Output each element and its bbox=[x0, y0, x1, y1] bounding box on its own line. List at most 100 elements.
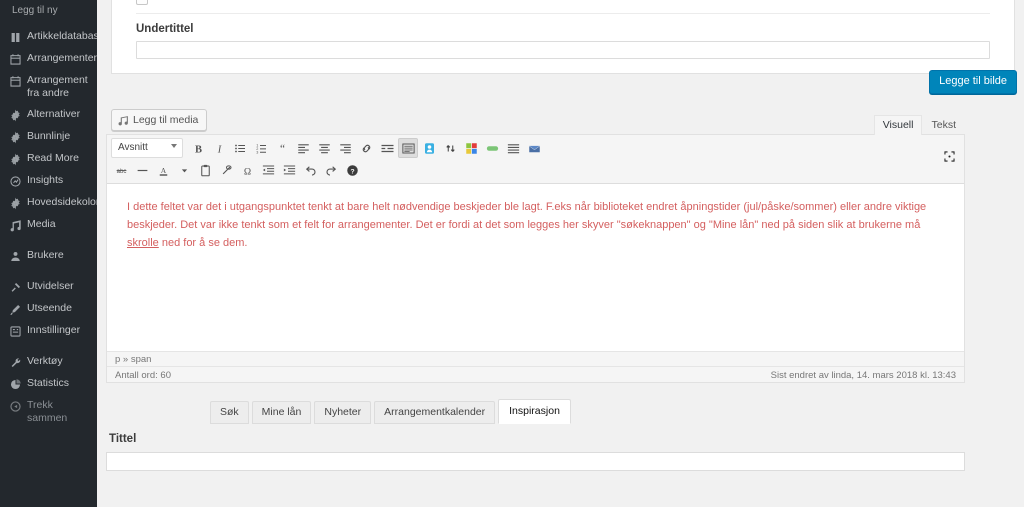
editor-content-area[interactable]: I dette feltet var det i utgangspunktet … bbox=[107, 184, 964, 351]
book-icon bbox=[8, 30, 22, 44]
sidebar-submenu-legg-til-ny[interactable]: Legg til ny bbox=[0, 0, 97, 26]
numbered-list-icon[interactable]: 123 bbox=[251, 138, 271, 158]
editor-tab-visuell[interactable]: Visuell bbox=[873, 115, 923, 136]
sidebar-item-label: Trekk sammen bbox=[27, 399, 68, 424]
special-character-icon[interactable]: Ω bbox=[237, 160, 257, 180]
gear-icon bbox=[8, 130, 22, 144]
sidebar-item-artikkeldatabase[interactable]: Artikkeldatabase bbox=[0, 26, 97, 48]
sidebar-item-arrangementer[interactable]: Arrangementer bbox=[0, 48, 97, 70]
sidebar-item-bunnlinje[interactable]: Bunnlinje bbox=[0, 126, 97, 148]
sidebar-item-hovedsidekolonne[interactable]: Hovedsidekolonne bbox=[0, 192, 97, 214]
sidebar-item-trekk-sammen[interactable]: Trekk sammen bbox=[0, 395, 97, 429]
sidebar-item-statistics[interactable]: Statistics bbox=[0, 373, 97, 395]
section-tab-arrangementkalender[interactable]: Arrangementkalender bbox=[374, 401, 496, 424]
sidebar-item-label: Innstillinger bbox=[27, 324, 81, 336]
gear-icon bbox=[8, 196, 22, 210]
align-left-icon[interactable] bbox=[293, 138, 313, 158]
svg-text:abc: abc bbox=[116, 168, 126, 174]
sidebar-item-label: Insights bbox=[27, 174, 64, 186]
format-select[interactable]: Avsnitt bbox=[111, 138, 183, 158]
sidebar-item-label: Utvidelser bbox=[27, 280, 74, 292]
toolbar-row-1: Avsnitt B I 1 2 3 “ bbox=[111, 137, 962, 159]
editor-toolbar: Avsnitt B I 1 2 3 “ abc A Ω? bbox=[107, 135, 964, 184]
chart-icon bbox=[8, 174, 22, 188]
sidebar-separator bbox=[0, 267, 97, 276]
green-bar-icon[interactable] bbox=[482, 138, 502, 158]
bulleted-list-icon[interactable] bbox=[230, 138, 250, 158]
media-icon bbox=[8, 218, 22, 232]
section-tab-mine-l-n[interactable]: Mine lån bbox=[251, 401, 312, 424]
add-media-label: Legg til media bbox=[133, 114, 199, 126]
sidebar-item-utvidelser[interactable]: Utvidelser bbox=[0, 276, 97, 298]
color-blocks-icon[interactable] bbox=[461, 138, 481, 158]
title-input[interactable] bbox=[106, 452, 965, 471]
sidebar-item-label: Hovedsidekolonne bbox=[27, 196, 97, 208]
media-icon bbox=[118, 115, 129, 126]
sidebar-item-insights[interactable]: Insights bbox=[0, 170, 97, 192]
undo-icon[interactable] bbox=[300, 160, 320, 180]
list-lines-icon[interactable] bbox=[503, 138, 523, 158]
indent-icon[interactable] bbox=[279, 160, 299, 180]
distraction-free-icon[interactable] bbox=[940, 147, 958, 165]
section-tab-nyheter[interactable]: Nyheter bbox=[314, 401, 372, 424]
sidebar-item-innstillinger[interactable]: Innstillinger bbox=[0, 320, 97, 342]
sidebar-item-verkt-y[interactable]: Verktøy bbox=[0, 351, 97, 373]
editor-tab-tekst[interactable]: Tekst bbox=[922, 115, 965, 136]
sidebar-item-label: Utseende bbox=[27, 302, 72, 314]
align-right-icon[interactable] bbox=[335, 138, 355, 158]
outdent-icon[interactable] bbox=[258, 160, 278, 180]
sidebar-item-arrangement-fra-andre[interactable]: Arrangement fra andre bbox=[0, 70, 97, 104]
vertical-arrows-icon[interactable] bbox=[440, 138, 460, 158]
sidebar-item-alternativer[interactable]: Alternativer bbox=[0, 104, 97, 126]
metabox-checkbox[interactable] bbox=[136, 0, 148, 5]
sidebar-item-label: Read More bbox=[27, 152, 79, 164]
insert-link-icon[interactable] bbox=[356, 138, 376, 158]
paste-as-text-icon[interactable] bbox=[195, 160, 215, 180]
svg-text:?: ? bbox=[350, 168, 354, 175]
editor-box: Avsnitt B I 1 2 3 “ abc A Ω? I dette fel… bbox=[106, 134, 965, 383]
sidebar-item-label: Alternativer bbox=[27, 108, 81, 120]
mailbox-icon[interactable] bbox=[524, 138, 544, 158]
sidebar-item-media[interactable]: Media bbox=[0, 214, 97, 236]
admin-screen: Legg til ny Artikkeldatabase Arrangemente… bbox=[0, 0, 1024, 507]
title-label: Tittel bbox=[109, 433, 137, 445]
strikethrough-icon[interactable]: abc bbox=[111, 160, 131, 180]
align-center-icon[interactable] bbox=[314, 138, 334, 158]
add-media-button[interactable]: Legg til media bbox=[111, 109, 208, 131]
editor-element-path: p » span bbox=[107, 351, 964, 366]
sidebar-item-utseende[interactable]: Utseende bbox=[0, 298, 97, 320]
text-color-icon[interactable]: A bbox=[153, 160, 173, 180]
add-image-button[interactable]: Legge til bilde bbox=[929, 70, 1017, 94]
section-tab-s-k[interactable]: Søk bbox=[210, 401, 249, 424]
gear-icon bbox=[8, 152, 22, 166]
pie-chart-icon bbox=[8, 377, 22, 391]
sidebar-item-brukere[interactable]: Brukere bbox=[0, 245, 97, 267]
svg-text:Ω: Ω bbox=[243, 166, 250, 177]
bold-icon[interactable]: B bbox=[188, 138, 208, 158]
sidebar-item-label: Bunnlinje bbox=[27, 130, 71, 142]
editor-paragraph-text: I dette feltet var det i utgangspunktet … bbox=[127, 201, 927, 231]
wrench-icon bbox=[8, 355, 22, 369]
horizontal-rule-icon[interactable] bbox=[132, 160, 152, 180]
svg-text:3: 3 bbox=[256, 150, 258, 154]
subtitle-input[interactable] bbox=[136, 41, 990, 59]
section-tab-inspirasjon[interactable]: Inspirasjon bbox=[498, 399, 571, 424]
sidebar-item-read-more[interactable]: Read More bbox=[0, 148, 97, 170]
blockquote-icon[interactable]: “ bbox=[272, 138, 292, 158]
italic-icon[interactable]: I bbox=[209, 138, 229, 158]
read-more-icon[interactable] bbox=[377, 138, 397, 158]
help-icon[interactable]: ? bbox=[342, 160, 362, 180]
redo-icon[interactable] bbox=[321, 160, 341, 180]
svg-text:B: B bbox=[194, 144, 201, 155]
anchor-icon[interactable] bbox=[419, 138, 439, 158]
main-content: Undertittel Legge til bilde Legg til med… bbox=[97, 0, 1024, 507]
sidebar-menu-list: Artikkeldatabase Arrangementer Arrangement… bbox=[0, 26, 97, 429]
clear-formatting-icon[interactable] bbox=[216, 160, 236, 180]
chevron-down-icon bbox=[171, 144, 177, 148]
content-editor: Legg til media Visuell Tekst Avsnitt B I 12… bbox=[106, 105, 965, 383]
editor-status-bar: Antall ord: 60 Sist endret av linda, 14.… bbox=[107, 366, 964, 382]
editor-underlined-word: skrolle bbox=[127, 237, 159, 249]
toolbar-toggle-icon[interactable] bbox=[398, 138, 418, 158]
text-color-dropdown-icon[interactable] bbox=[174, 160, 194, 180]
sidebar-item-label: Brukere bbox=[27, 249, 64, 261]
